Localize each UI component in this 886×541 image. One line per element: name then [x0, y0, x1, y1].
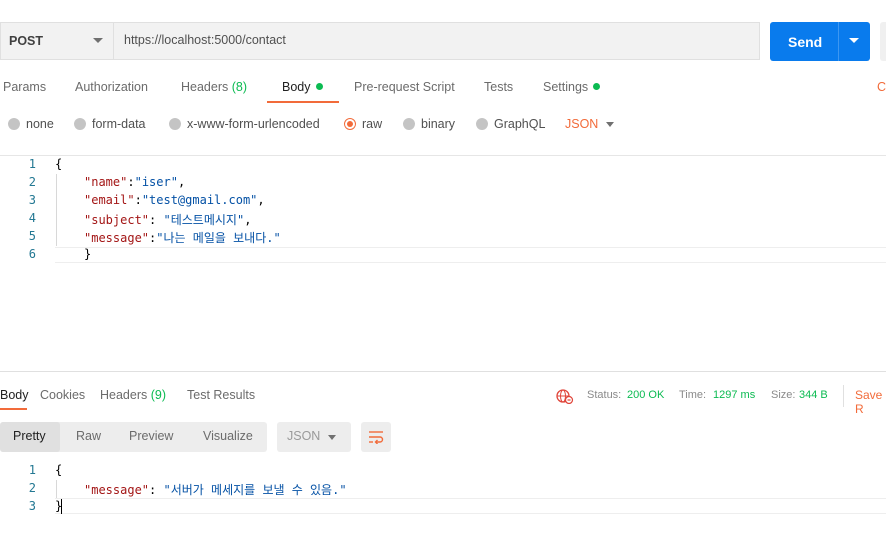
code-line: "message": "서버가 메세지를 보낼 수 있음." — [84, 481, 347, 498]
code-line: "name":"iser", — [84, 175, 185, 189]
response-tab-headers[interactable]: Headers (9) — [100, 388, 166, 402]
chevron-down-icon[interactable] — [93, 38, 103, 43]
radio-raw[interactable] — [344, 118, 356, 130]
tab-body[interactable]: Body — [282, 80, 323, 94]
body-format-select[interactable]: JSON — [565, 117, 598, 131]
send-options-chevron-icon[interactable] — [849, 38, 859, 43]
line-number: 6 — [28, 247, 36, 261]
save-button[interactable] — [880, 22, 886, 61]
view-pretty[interactable]: Pretty — [13, 429, 46, 443]
line-number: 1 — [28, 157, 36, 171]
line-number: 1 — [28, 463, 36, 477]
tab-settings-label: Settings — [543, 80, 589, 94]
radio-form-data-label[interactable]: form-data — [92, 117, 146, 131]
json-sep: : — [134, 193, 142, 207]
json-key: "email" — [84, 193, 135, 207]
send-label[interactable]: Send — [788, 34, 822, 50]
response-headers-count: (9) — [150, 388, 167, 402]
text-cursor — [61, 499, 62, 514]
tab-tests[interactable]: Tests — [484, 80, 513, 94]
size-label: Size: — [771, 389, 796, 401]
line-number: 2 — [28, 175, 36, 189]
status-value[interactable]: 200 OK — [627, 389, 664, 401]
json-value: "서버가 메세지를 보낼 수 있음." — [163, 483, 347, 497]
status-label: Status: — [587, 389, 622, 401]
view-raw[interactable]: Raw — [76, 429, 101, 443]
send-divider — [838, 22, 839, 61]
json-key: "message" — [84, 483, 150, 497]
code-open-brace: { — [55, 463, 63, 477]
json-sep: : — [149, 483, 164, 497]
json-key: "name" — [84, 175, 128, 189]
json-comma: , — [177, 175, 186, 189]
line-number: 5 — [28, 229, 36, 243]
radio-graphql-label[interactable]: GraphQL — [494, 117, 545, 131]
url-text[interactable]: https://localhost:5000/contact — [124, 33, 286, 47]
globe-icon[interactable] — [556, 388, 574, 404]
response-body-viewer[interactable]: 1 2 3 { "message": "서버가 메세지를 보낼 수 있음." } — [0, 462, 886, 522]
radio-urlencoded-label[interactable]: x-www-form-urlencoded — [187, 117, 320, 131]
radio-form-data[interactable] — [74, 118, 86, 130]
wrap-lines-button[interactable] — [361, 422, 391, 452]
time-value[interactable]: 1297 ms — [713, 389, 755, 401]
json-comma: , — [257, 193, 265, 207]
divider — [843, 385, 844, 407]
line-number: 2 — [28, 481, 36, 495]
json-value: "iser" — [134, 175, 178, 189]
json-key: "subject" — [84, 213, 150, 227]
radio-binary-label[interactable]: binary — [421, 117, 455, 131]
tab-authorization[interactable]: Authorization — [75, 80, 148, 94]
code-line: "subject": "테스트메시지", — [84, 211, 251, 228]
json-value: "나는 메일을 보내다." — [156, 231, 281, 245]
radio-raw-label[interactable]: raw — [362, 117, 382, 131]
radio-none[interactable] — [8, 118, 20, 130]
response-tab-cookies[interactable]: Cookies — [40, 388, 85, 402]
line-number: 3 — [28, 193, 36, 207]
active-response-tab-underline — [0, 408, 27, 410]
response-tab-test-results[interactable]: Test Results — [187, 388, 255, 402]
method-label: POST — [9, 34, 44, 48]
line-number: 4 — [28, 211, 36, 225]
radio-none-label[interactable]: none — [26, 117, 54, 131]
time-label: Time: — [679, 389, 707, 401]
radio-x-www-form-urlencoded[interactable] — [169, 118, 181, 130]
tab-pre-request-script[interactable]: Pre-request Script — [354, 80, 455, 94]
headers-count: (8) — [231, 80, 248, 94]
active-tab-underline — [267, 101, 339, 103]
chevron-down-icon[interactable] — [606, 122, 614, 127]
json-value: "테스트메시지" — [163, 213, 245, 227]
view-preview[interactable]: Preview — [129, 429, 173, 443]
tab-body-label: Body — [282, 80, 311, 94]
size-value[interactable]: 344 B — [799, 389, 828, 401]
response-headers-label: Headers — [100, 388, 148, 402]
wrap-icon — [369, 431, 384, 444]
chevron-down-icon[interactable] — [328, 435, 336, 440]
code-line: "message":"나는 메일을 보내다." — [84, 229, 281, 246]
view-visualize[interactable]: Visualize — [203, 429, 253, 443]
code-open-brace: { — [55, 157, 63, 171]
json-sep: : — [127, 175, 135, 189]
request-body-editor[interactable]: 1 2 3 4 5 6 { "name":"iser", "email":"te… — [0, 156, 886, 266]
code-close-brace: } — [84, 247, 92, 261]
tab-params[interactable]: Params — [3, 80, 46, 94]
json-value: "test@gmail.com" — [141, 193, 258, 207]
response-tab-body[interactable]: Body — [0, 388, 29, 402]
json-comma: , — [244, 213, 252, 227]
tab-settings[interactable]: Settings — [543, 80, 601, 94]
json-sep: : — [149, 213, 164, 227]
tab-headers[interactable]: Headers (8) — [181, 80, 247, 94]
json-key: "message" — [84, 231, 150, 245]
radio-binary[interactable] — [403, 118, 415, 130]
body-indicator-dot — [315, 83, 323, 90]
code-line: "email":"test@gmail.com", — [84, 193, 265, 207]
radio-graphql[interactable] — [476, 118, 488, 130]
pane-divider[interactable] — [0, 371, 886, 372]
save-response-button[interactable]: Save R — [855, 388, 886, 416]
tab-headers-label: Headers — [181, 80, 229, 94]
cookies-link[interactable]: C — [877, 80, 886, 94]
line-number: 3 — [28, 499, 36, 513]
response-format-label: JSON — [287, 429, 321, 443]
settings-indicator-dot — [593, 83, 601, 90]
